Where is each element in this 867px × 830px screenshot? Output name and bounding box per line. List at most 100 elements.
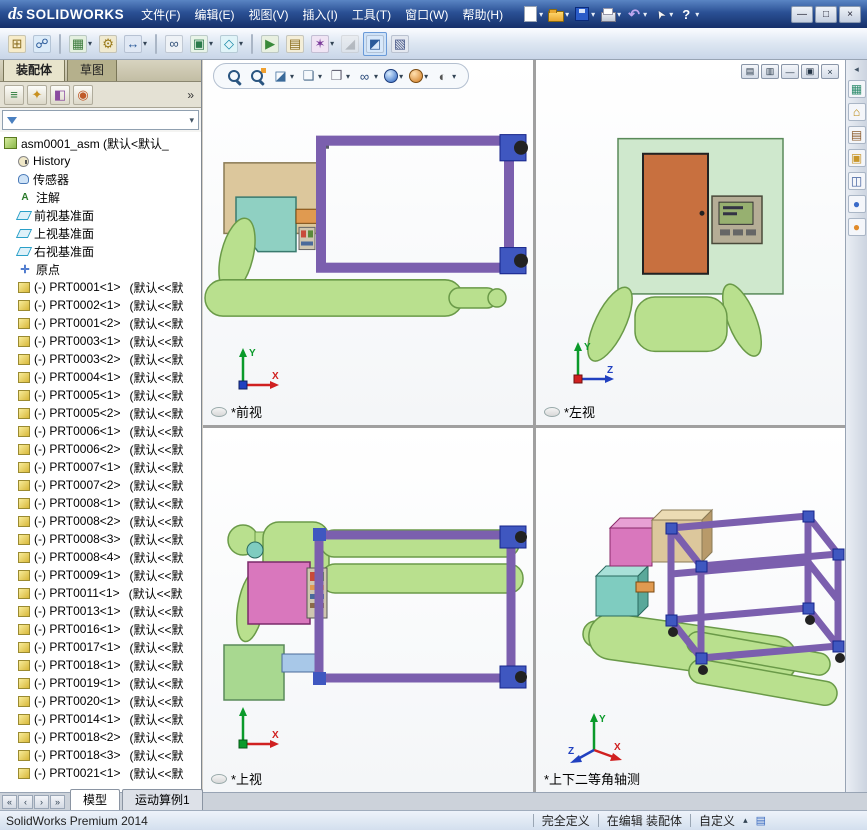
tree-item[interactable]: (-) PRT0003<1> (默认<<默 (0, 332, 201, 350)
tree-item[interactable]: (-) PRT0007<2> (默认<<默 (0, 476, 201, 494)
tab-nav-button[interactable]: › (34, 794, 49, 809)
viewport-isometric[interactable]: Y X Z *上下二等角轴测 (536, 428, 845, 792)
tree-item[interactable]: (-) PRT0008<1> (默认<<默 (0, 494, 201, 512)
tree-item[interactable]: (-) PRT0006<1> (默认<<默 (0, 422, 201, 440)
viewport-left[interactable]: Y Z *左视 (536, 60, 845, 425)
solidworks-resources-icon[interactable]: ⌂ (847, 103, 866, 121)
tree-item[interactable]: (-) PRT0004<1> (默认<<默 (0, 368, 201, 386)
tree-item[interactable]: 上视基准面 (0, 224, 201, 242)
tree-item[interactable]: (-) PRT0001<1> (默认<<默 (0, 278, 201, 296)
new-motion-study-button[interactable]: ▶ ▾ (258, 32, 282, 56)
tree-item[interactable]: (-) PRT0002<1> (默认<<默 (0, 296, 201, 314)
tree-item[interactable]: (-) PRT0008<4> (默认<<默 (0, 548, 201, 566)
tree-item[interactable]: (-) PRT0011<1> (默认<<默 (0, 584, 201, 602)
tree-item[interactable]: (-) PRT0018<3> (默认<<默 (0, 746, 201, 764)
menu-item[interactable]: 帮助(H) (455, 2, 510, 27)
show-hidden-components-button[interactable]: ∞ ▾ (162, 32, 186, 56)
bill-of-materials-button[interactable]: ▤ ▾ (283, 32, 307, 56)
filter-dropdown-icon[interactable]: ▾ (189, 115, 194, 126)
tree-root-assembly[interactable]: asm0001_asm (默认<默认_ (0, 134, 201, 152)
apply-scene-button[interactable]: ▾ (407, 67, 430, 85)
doc-close-button[interactable]: × (821, 64, 839, 79)
view-orientation-button[interactable]: ❑ ▾ (298, 66, 324, 87)
window-close-button[interactable]: × (839, 5, 861, 23)
linear-component-pattern-button[interactable]: ▦ ▾ (66, 32, 95, 56)
zoom-to-fit-button[interactable]: ▾ (224, 66, 245, 87)
tree-item[interactable]: 传感器 (0, 170, 201, 188)
tree-item[interactable]: (-) PRT0018<1> (默认<<默 (0, 656, 201, 674)
status-customize[interactable]: 自定义 (699, 812, 735, 829)
menu-item[interactable]: 视图(V) (241, 2, 295, 27)
menu-item[interactable]: 窗口(W) (398, 2, 455, 27)
tree-item[interactable]: (-) PRT0001<2> (默认<<默 (0, 314, 201, 332)
tree-item[interactable]: (-) PRT0007<1> (默认<<默 (0, 458, 201, 476)
display-style-button[interactable]: ❒ ▾ (326, 66, 352, 87)
tree-item[interactable]: (-) PRT0006<2> (默认<<默 (0, 440, 201, 458)
file-explorer-icon[interactable]: ▣ (847, 149, 866, 167)
doc-restore-button[interactable]: ▣ (801, 64, 819, 79)
viewport-splitter-horizontal[interactable] (203, 425, 845, 428)
menu-item[interactable]: 编辑(E) (187, 2, 241, 27)
tree-item[interactable]: (-) PRT0021<1> (默认<<默 (0, 764, 201, 782)
design-library-icon[interactable]: ▤ (847, 126, 866, 144)
tree-item[interactable]: (-) PRT0013<1> (默认<<默 (0, 602, 201, 620)
instant3d-button[interactable]: ◢ ▾ (338, 32, 362, 56)
move-component-button[interactable]: ↔ ▾ (121, 32, 150, 56)
scenes-icon[interactable]: ● (847, 218, 866, 236)
menu-item[interactable]: 插入(I) (295, 2, 344, 27)
tree-item[interactable]: (-) PRT0003<2> (默认<<默 (0, 350, 201, 368)
tree-item[interactable]: (-) PRT0018<2> (默认<<默 (0, 728, 201, 746)
tab-assembly[interactable]: 装配体 (3, 60, 66, 81)
tab-nav-button[interactable]: « (2, 794, 17, 809)
tree-item[interactable]: (-) PRT0019<1> (默认<<默 (0, 674, 201, 692)
tree-item[interactable]: (-) PRT0005<1> (默认<<默 (0, 386, 201, 404)
doc-tile-button[interactable]: ▥ (761, 64, 779, 79)
viewport-front[interactable]: Y X *前视 (203, 60, 533, 425)
tab-sketch[interactable]: 草图 (67, 60, 118, 81)
tab-nav-button[interactable]: » (50, 794, 65, 809)
task-pane-collapse-icon[interactable] (849, 63, 865, 75)
tree-item[interactable]: (-) PRT0005<2> (默认<<默 (0, 404, 201, 422)
doc-minimize-button[interactable]: — (781, 64, 799, 79)
tab-motion-study-1[interactable]: 运动算例1 (122, 789, 203, 810)
interference-detection-button[interactable]: ◩ ▾ (363, 31, 388, 56)
filter-input[interactable] (21, 113, 185, 127)
tree-item[interactable]: (-) PRT0014<1> (默认<<默 (0, 710, 201, 728)
customize-expand-icon[interactable]: ▴ (743, 815, 748, 826)
panel-expand-chevron[interactable]: » (184, 88, 197, 102)
tree-item[interactable]: (-) PRT0017<1> (默认<<默 (0, 638, 201, 656)
zoom-to-area-button[interactable]: ▾ (247, 66, 268, 87)
exploded-view-button[interactable]: ✶ ▾ (308, 32, 337, 56)
tree-item[interactable]: (-) PRT0020<1> (默认<<默 (0, 692, 201, 710)
appearances-icon[interactable]: ● (847, 195, 866, 213)
menu-item[interactable]: 文件(F) (134, 2, 187, 27)
section-view-button[interactable]: ◪ ▾ (270, 66, 296, 87)
tree-item[interactable]: (-) PRT0008<2> (默认<<默 (0, 512, 201, 530)
open-icon[interactable]: ▾ (546, 3, 571, 25)
menu-item[interactable]: 工具(T) (345, 2, 398, 27)
tree-item[interactable]: 前视基准面 (0, 206, 201, 224)
smart-fasteners-button[interactable]: ⚙ ▾ (96, 32, 120, 56)
doc-cascade-button[interactable]: ▤ (741, 64, 759, 79)
tree-item[interactable]: 注解 (0, 188, 201, 206)
tree-item[interactable]: (-) PRT0016<1> (默认<<默 (0, 620, 201, 638)
displaymanager-tab-icon[interactable]: ◉ (73, 84, 93, 105)
select-icon[interactable]: ▾ (650, 3, 675, 25)
help-icon[interactable]: ▾ (676, 3, 701, 25)
tree-item[interactable]: (-) PRT0008<3> (默认<<默 (0, 530, 201, 548)
new-document-icon[interactable]: ▾ (520, 3, 545, 25)
display-pane-icon[interactable]: ▦ (847, 80, 866, 98)
hide-show-items-button[interactable]: ∞ ▾ (354, 66, 380, 87)
assembly-features-button[interactable]: ▣ ▾ (187, 32, 216, 56)
edit-appearance-button[interactable]: ▾ (382, 67, 405, 85)
tree-item[interactable]: History (0, 152, 201, 170)
featuremanager-tab-icon[interactable]: ≡ (4, 84, 24, 105)
viewport-top[interactable]: X *上视 (203, 428, 533, 792)
tab-model[interactable]: 模型 (70, 789, 121, 810)
configurationmanager-tab-icon[interactable]: ◧ (50, 84, 70, 105)
tree-item[interactable]: 原点 (0, 260, 201, 278)
propertymanager-tab-icon[interactable]: ✦ (27, 84, 47, 105)
insert-component-button[interactable]: ⊞ ▾ (5, 32, 29, 56)
print-icon[interactable]: ▾ (598, 3, 623, 25)
reference-geometry-button[interactable]: ◇ ▾ (217, 32, 246, 56)
